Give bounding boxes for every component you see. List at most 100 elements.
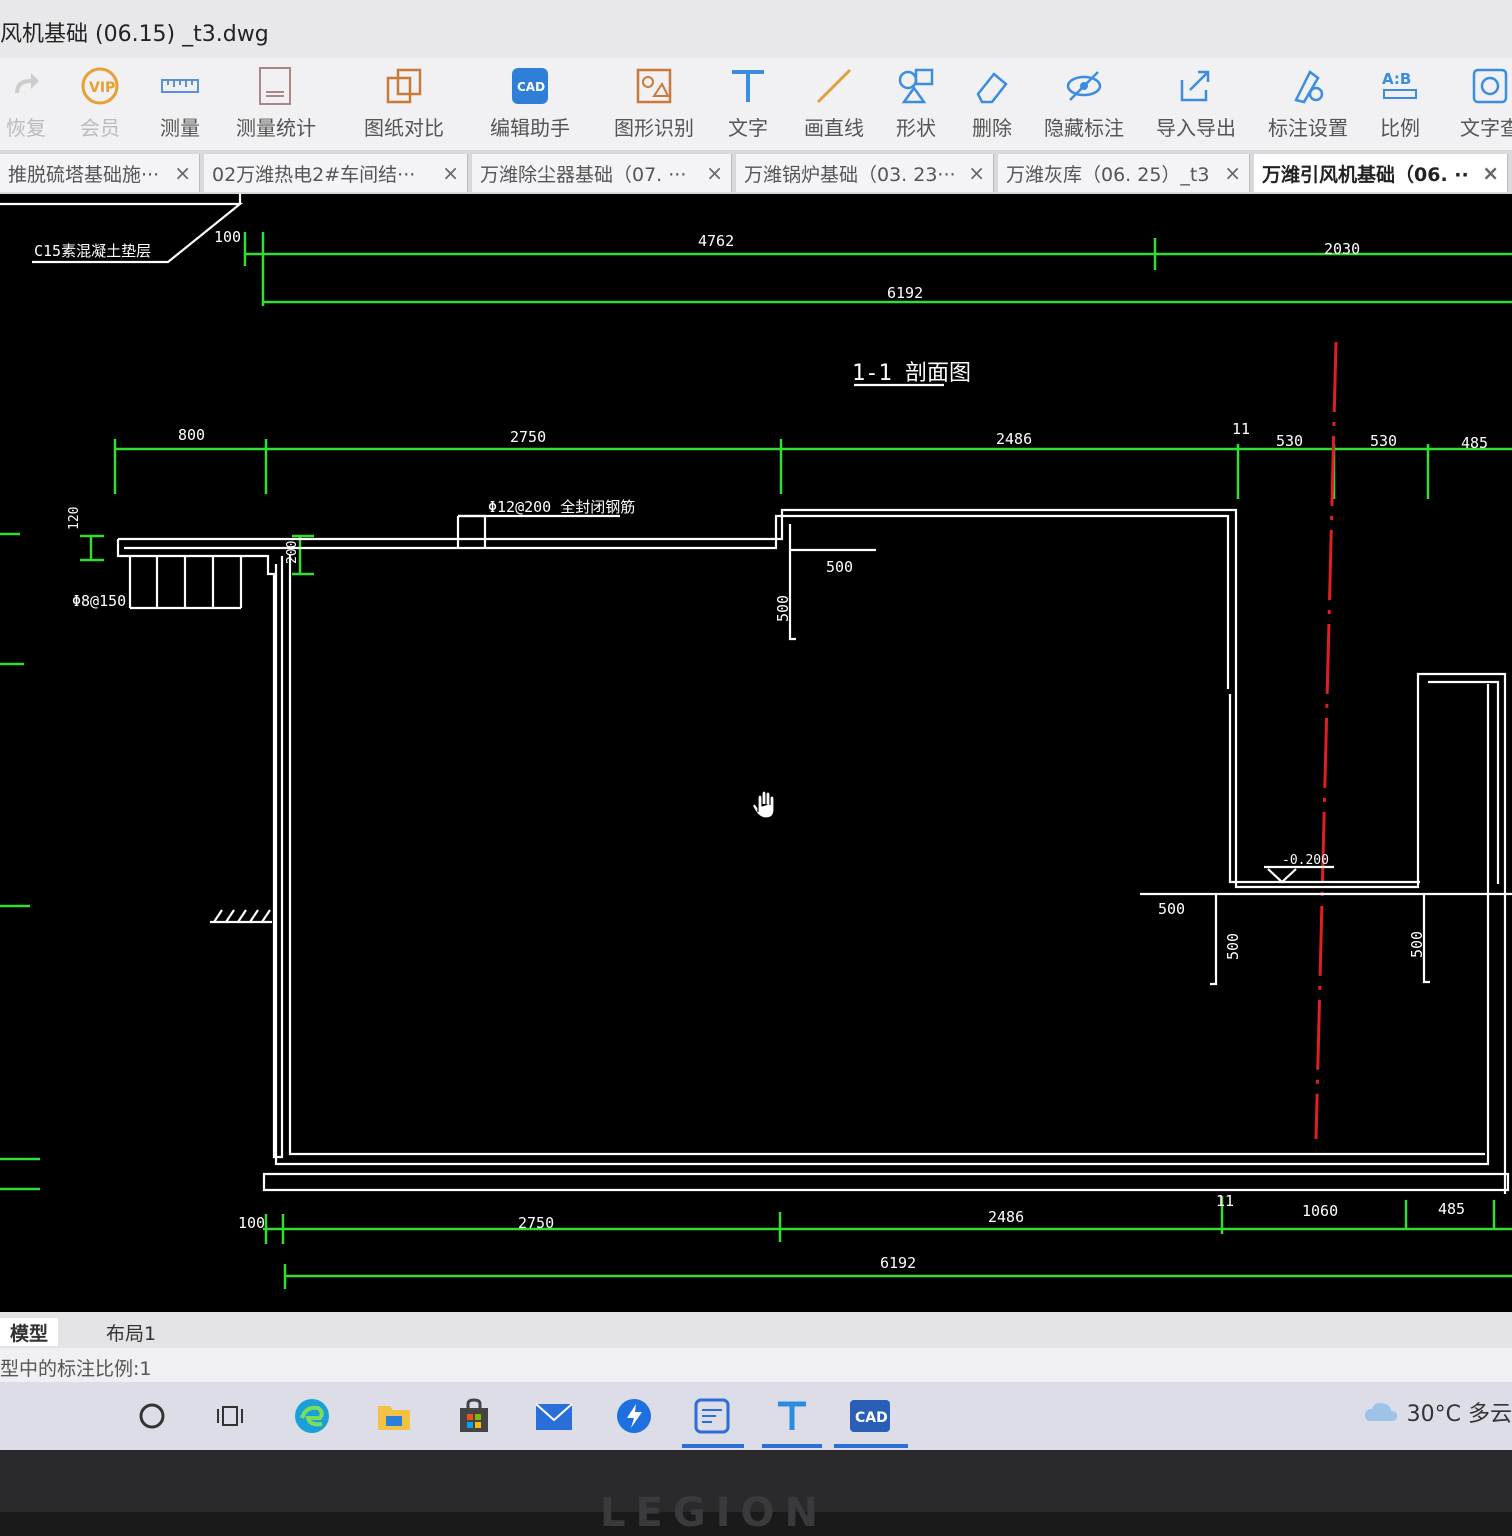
dim-right-500a: 500 xyxy=(1158,900,1185,918)
shape-label: 形状 xyxy=(896,116,936,140)
text-icon xyxy=(728,66,768,106)
layout-tab-label: 模型 xyxy=(10,1322,49,1345)
close-icon[interactable]: × xyxy=(968,161,985,185)
doc-tab-label: 推脱硫塔基础施··· xyxy=(8,163,160,186)
redo-button[interactable]: 恢复 xyxy=(6,66,46,146)
label-rebar-top: Φ12@200 全封闭钢筋 xyxy=(488,498,635,516)
dim-mid-530a: 530 xyxy=(1276,432,1303,450)
ruler-icon xyxy=(160,66,200,106)
shape-button[interactable]: 形状 xyxy=(896,66,936,146)
edge-icon[interactable] xyxy=(290,1394,334,1438)
text-search-icon xyxy=(1470,66,1510,106)
title-bar: 风机基础 (06.15) _t3.dwg xyxy=(0,0,1512,58)
text-app-icon[interactable] xyxy=(770,1394,814,1438)
close-icon[interactable]: × xyxy=(706,161,723,185)
layout-tab-layout1[interactable]: 布局1 xyxy=(96,1318,166,1346)
shape-recognize-button[interactable]: 图形识别 xyxy=(614,66,694,146)
draw-line-label: 画直线 xyxy=(804,116,864,140)
dim-bot-1060: 1060 xyxy=(1302,1202,1338,1220)
vip-button[interactable]: VIP 会员 xyxy=(80,66,120,146)
label-elevation: -0.200 xyxy=(1282,853,1329,868)
dim-right-500c: 500 xyxy=(1408,931,1426,958)
annotation-settings-button[interactable]: 标注设置 xyxy=(1268,66,1348,146)
mail-icon[interactable] xyxy=(532,1394,576,1438)
dim-mid-2486: 2486 xyxy=(996,430,1032,448)
ratio-label: 比例 xyxy=(1380,116,1420,140)
draw-line-button[interactable]: 画直线 xyxy=(804,66,864,146)
cloud-icon xyxy=(1364,1402,1397,1421)
cad-edit-icon: CAD xyxy=(510,66,550,106)
measure-stats-button[interactable]: 测量统计 xyxy=(236,66,316,146)
drawing-canvas[interactable]: C15素混凝土垫层 Φ12@200 全封闭钢筋 Φ8@150 -0.200 1-… xyxy=(0,194,1512,1310)
taskbar: CAD 30°C 多云 xyxy=(0,1382,1512,1450)
label-rebar-left: Φ8@150 xyxy=(72,592,126,610)
measure-stats-label: 测量统计 xyxy=(236,116,316,140)
brand-logo: LEGION xyxy=(600,1490,829,1536)
dim-mid-800: 800 xyxy=(178,426,205,444)
edit-assistant-button[interactable]: CAD 编辑助手 xyxy=(490,66,570,146)
import-export-icon xyxy=(1176,66,1216,106)
close-icon[interactable]: × xyxy=(442,161,459,185)
status-bar: 型中的标注比例:1 xyxy=(0,1348,1512,1382)
toolbar: 恢复 VIP 会员 测量 测量统计 图纸对比 CAD 编辑助手 图形识别 文字 xyxy=(0,58,1512,150)
section-title: 1-1 剖面图 xyxy=(852,361,971,386)
dim-top-4762: 4762 xyxy=(698,232,734,250)
laptop-bezel: LEGION xyxy=(0,1450,1512,1536)
layout-tab-model[interactable]: 模型 xyxy=(0,1318,59,1346)
weather-widget[interactable]: 30°C 多云 xyxy=(1363,1396,1512,1428)
text-button[interactable]: 文字 xyxy=(728,66,768,146)
doc-tab[interactable]: 推脱硫塔基础施··· × xyxy=(0,154,200,192)
dim-mid-2750: 2750 xyxy=(510,428,546,446)
status-text: 型中的标注比例:1 xyxy=(0,1358,152,1380)
hide-annotation-label: 隐藏标注 xyxy=(1044,116,1124,140)
close-icon[interactable]: × xyxy=(1482,161,1499,185)
document-tabs: 推脱硫塔基础施··· × 02万潍热电2#车间结··· × 万潍除尘器基础（07. … xyxy=(0,150,1512,194)
dim-left-200: 200 xyxy=(285,541,300,564)
delete-label: 删除 xyxy=(972,116,1012,140)
text-label: 文字 xyxy=(728,116,768,140)
dim-bot-100: 100 xyxy=(238,1214,265,1232)
doc-tab-label: 万潍引风机基础（06. ·· xyxy=(1262,163,1469,186)
measure-stats-icon xyxy=(256,66,296,106)
vip-icon: VIP xyxy=(80,66,120,106)
search-icon[interactable] xyxy=(130,1394,174,1438)
doc-tab[interactable]: 万潍除尘器基础（07. ··· × xyxy=(472,154,732,192)
layout-tab-bar: 模型 布局1 xyxy=(0,1312,1512,1348)
measure-label: 测量 xyxy=(160,116,200,140)
thunder-icon[interactable] xyxy=(612,1394,656,1438)
svg-text:CAD: CAD xyxy=(517,80,545,94)
task-view-icon[interactable] xyxy=(208,1394,252,1438)
delete-button[interactable]: 删除 xyxy=(972,66,1012,146)
active-app-indicator xyxy=(834,1444,908,1448)
redo-label: 恢复 xyxy=(6,116,46,140)
import-export-label: 导入导出 xyxy=(1156,116,1236,140)
close-icon[interactable]: × xyxy=(174,161,191,185)
measure-button[interactable]: 测量 xyxy=(160,66,200,146)
text-search-button[interactable]: 文字查 xyxy=(1460,66,1512,146)
close-icon[interactable]: × xyxy=(1224,161,1241,185)
edit-assistant-label: 编辑助手 xyxy=(490,116,570,140)
dim-bot-6192: 6192 xyxy=(880,1254,916,1272)
doc-tab[interactable]: 万潍锅炉基础（03. 23··· × xyxy=(736,154,994,192)
cad-app-icon[interactable]: CAD xyxy=(848,1394,892,1438)
layout-tab-label: 布局1 xyxy=(106,1322,157,1345)
shape-icon xyxy=(896,66,936,106)
hide-annotation-button[interactable]: 隐藏标注 xyxy=(1044,66,1124,146)
store-icon[interactable] xyxy=(452,1394,496,1438)
file-explorer-icon[interactable] xyxy=(372,1394,416,1438)
dim-bot-2486: 2486 xyxy=(988,1208,1024,1226)
hide-icon xyxy=(1064,66,1104,106)
doc-tab[interactable]: 02万潍热电2#车间结··· × xyxy=(204,154,468,192)
dim-mid-530b: 530 xyxy=(1370,432,1397,450)
doc-tab-active[interactable]: 万潍引风机基础（06. ·· × xyxy=(1254,154,1508,192)
dim-bot-2750: 2750 xyxy=(518,1214,554,1232)
compare-icon xyxy=(384,66,424,106)
doc-tab-label: 万潍灰库（06. 25）_t3 xyxy=(1006,163,1210,186)
import-export-button[interactable]: 导入导出 xyxy=(1156,66,1236,146)
ratio-icon: A:B xyxy=(1380,66,1420,106)
ratio-button[interactable]: A:B 比例 xyxy=(1380,66,1420,146)
doc-tab[interactable]: 万潍灰库（06. 25）_t3 × xyxy=(998,154,1250,192)
shape-recognize-label: 图形识别 xyxy=(614,116,694,140)
cad-viewer-icon[interactable] xyxy=(690,1394,734,1438)
compare-button[interactable]: 图纸对比 xyxy=(364,66,444,146)
